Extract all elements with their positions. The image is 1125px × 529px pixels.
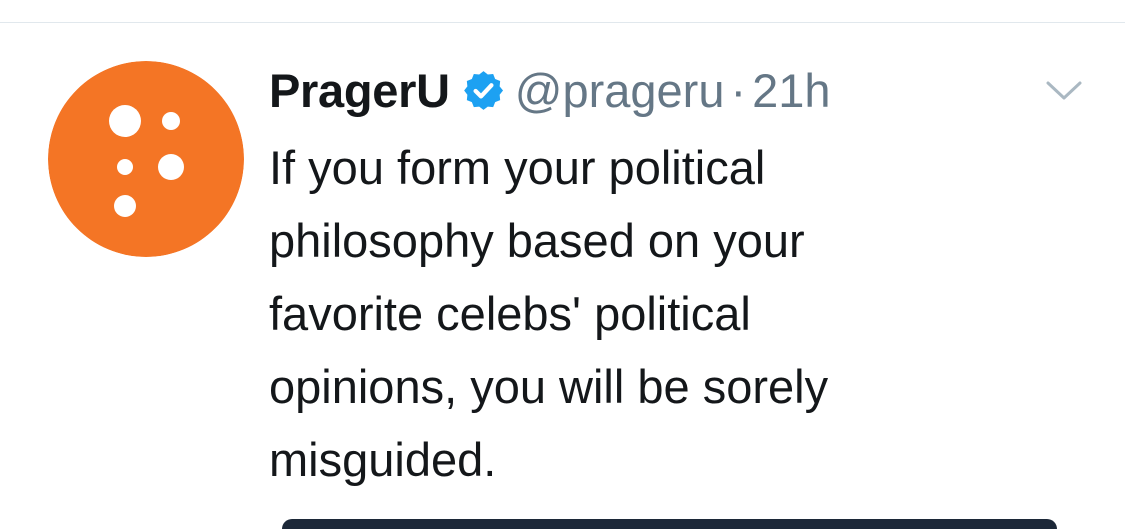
user-handle[interactable]: @prageru	[515, 63, 725, 118]
tweet-menu-button[interactable]	[1044, 79, 1084, 103]
avatar[interactable]	[48, 61, 244, 257]
timestamp[interactable]: 21h	[752, 63, 830, 118]
chevron-down-icon	[1046, 81, 1082, 100]
separator-dot: ·	[730, 63, 747, 117]
prageru-logo-icon	[48, 61, 244, 257]
tweet-header: PragerU @prageru · 21h	[269, 59, 831, 121]
display-name[interactable]: PragerU	[269, 63, 450, 118]
tweet-text: If you form your political philosophy ba…	[269, 141, 829, 486]
tweet[interactable]: PragerU @prageru · 21h If you form your …	[0, 23, 1125, 529]
media-preview[interactable]	[282, 519, 1057, 529]
verified-badge-icon	[462, 69, 505, 112]
